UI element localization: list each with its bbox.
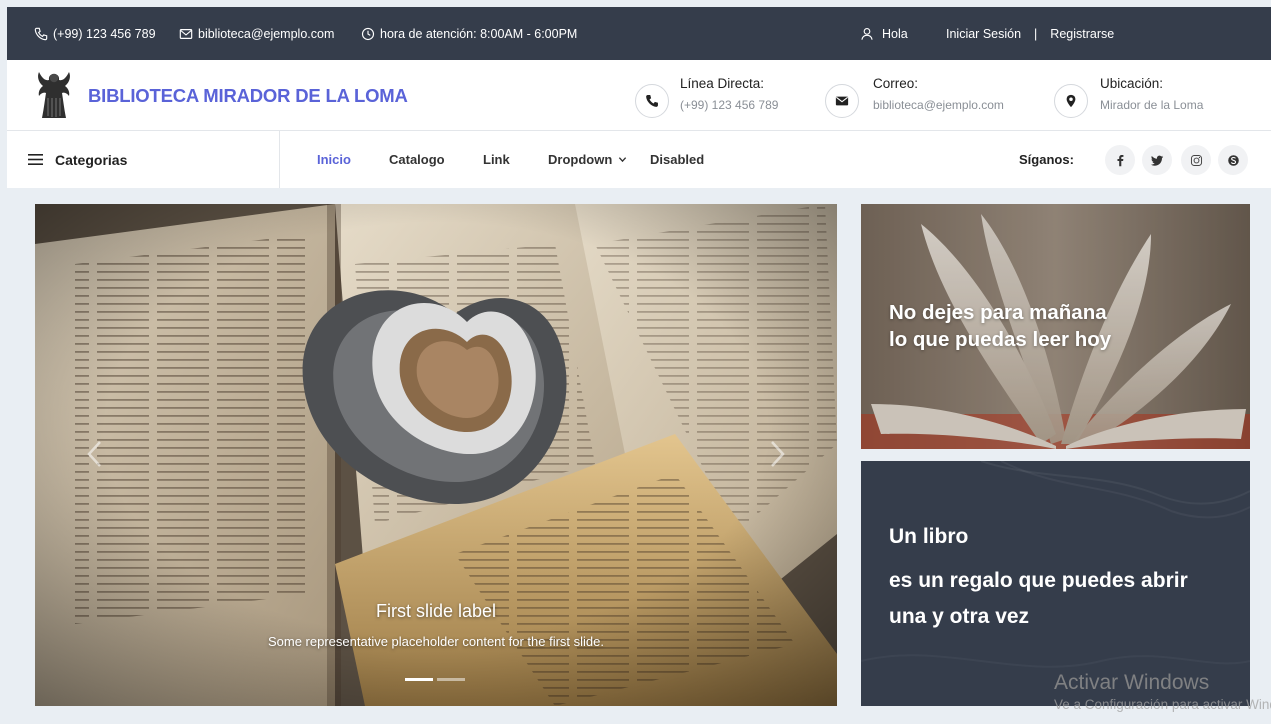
promo-reading-line2: lo que puedas leer hoy [889,328,1112,351]
promo-reading-line1: No dejes para mañana [889,301,1107,324]
categories-label: Categorias [55,151,128,168]
nav-link-inicio[interactable]: Inicio [317,131,351,188]
topbar-hours: hora de atención: 8:00AM - 6:00PM [361,7,577,60]
carousel-next-button[interactable] [757,434,797,474]
phone-badge [635,84,669,118]
nav-link-disabled: Disabled [650,152,705,167]
user-greeting[interactable]: Hola [860,7,908,60]
promo-gift-line3: una y otra vez [889,605,1030,628]
envelope-icon [179,28,193,39]
main-navbar: Categorias Inicio Catalogo Link Dropdown… [7,131,1271,188]
site-header: BIBLIOTECA MIRADOR DE LA LOMA Línea Dire… [7,60,1271,131]
library-logo[interactable] [33,68,75,120]
slide-caption-title: First slide label [375,601,497,621]
instagram-button[interactable] [1181,145,1211,175]
map-marker-icon [1066,94,1076,108]
contact-phone-title: Línea Directa: [680,76,765,91]
books-coffee-image [35,204,837,706]
hamburger-menu-icon [28,154,43,165]
register-link[interactable]: Registrarse [1050,27,1114,41]
topbar-email[interactable]: biblioteca@ejemplo.com [179,7,334,60]
topbar-email-text: biblioteca@ejemplo.com [198,26,335,41]
categories-toggle[interactable]: Categorias [7,131,280,188]
nav-dropdown[interactable]: Dropdown [548,131,627,188]
topbar-hours-text: hora de atención: 8:00AM - 6:00PM [380,26,578,41]
greeting-text: Hola [882,26,908,41]
promo-card-reading: No dejes para mañana lo que puedas leer … [861,204,1250,449]
instagram-icon [1190,154,1202,166]
topbar-phone-text: (+99) 123 456 789 [53,26,156,41]
user-icon [861,27,873,40]
facebook-icon [1116,154,1123,166]
chevron-right-icon [771,441,785,467]
envelope-icon [835,96,849,106]
clock-icon [361,27,375,40]
carousel-indicator-2[interactable] [437,678,465,681]
brand-name[interactable]: BIBLIOTECA MIRADOR DE LA LOMA [88,85,408,107]
promo-reading-text: No dejes para mañana lo que puedas leer … [889,299,1111,353]
twitter-button[interactable] [1142,145,1172,175]
hero-carousel: First slide label Some representative pl… [35,204,837,706]
auth-links: Iniciar Sesión | Registrarse [946,7,1114,60]
chevron-left-icon [87,441,101,467]
twitter-icon [1150,155,1163,166]
carousel-indicators [405,678,465,681]
windows-activation-subtitle: Ve a Configuración para activar Windows. [1054,697,1271,712]
promo-gift-line1: Un libro [889,525,969,548]
phone-icon [646,95,658,107]
email-badge [825,84,859,118]
auth-divider: | [1034,26,1038,41]
topbar-phone: (+99) 123 456 789 [34,7,156,60]
facebook-button[interactable] [1105,145,1135,175]
contact-email-title: Correo: [873,76,919,91]
slide-caption-text: Some representative placeholder content … [267,634,604,649]
contact-location-title: Ubicación: [1100,76,1164,91]
promo-gift-line2: es un regalo que puedes abrir [889,569,1188,592]
top-bar: (+99) 123 456 789 biblioteca@ejemplo.com… [7,7,1271,60]
phone-icon [34,27,48,40]
nav-link-link[interactable]: Link [483,131,510,188]
login-link[interactable]: Iniciar Sesión [946,27,1021,41]
chevron-down-icon [619,157,627,163]
follow-label: Síganos: [1019,152,1074,167]
contact-phone-value: (+99) 123 456 789 [680,98,779,112]
contact-email-value[interactable]: biblioteca@ejemplo.com [873,98,1004,112]
nav-link-catalogo[interactable]: Catalogo [389,131,445,188]
promo-card-gift: Un libro es un regalo que puedes abrir u… [861,461,1250,706]
nav-dropdown-label: Dropdown [548,152,613,167]
skype-button[interactable] [1218,145,1248,175]
windows-activation-title: Activar Windows [1054,671,1210,694]
carousel-prev-button[interactable] [75,434,115,474]
contact-location-value: Mirador de la Loma [1100,98,1204,112]
carousel-indicator-1[interactable] [405,678,433,681]
location-badge [1054,84,1088,118]
skype-icon [1227,154,1239,166]
